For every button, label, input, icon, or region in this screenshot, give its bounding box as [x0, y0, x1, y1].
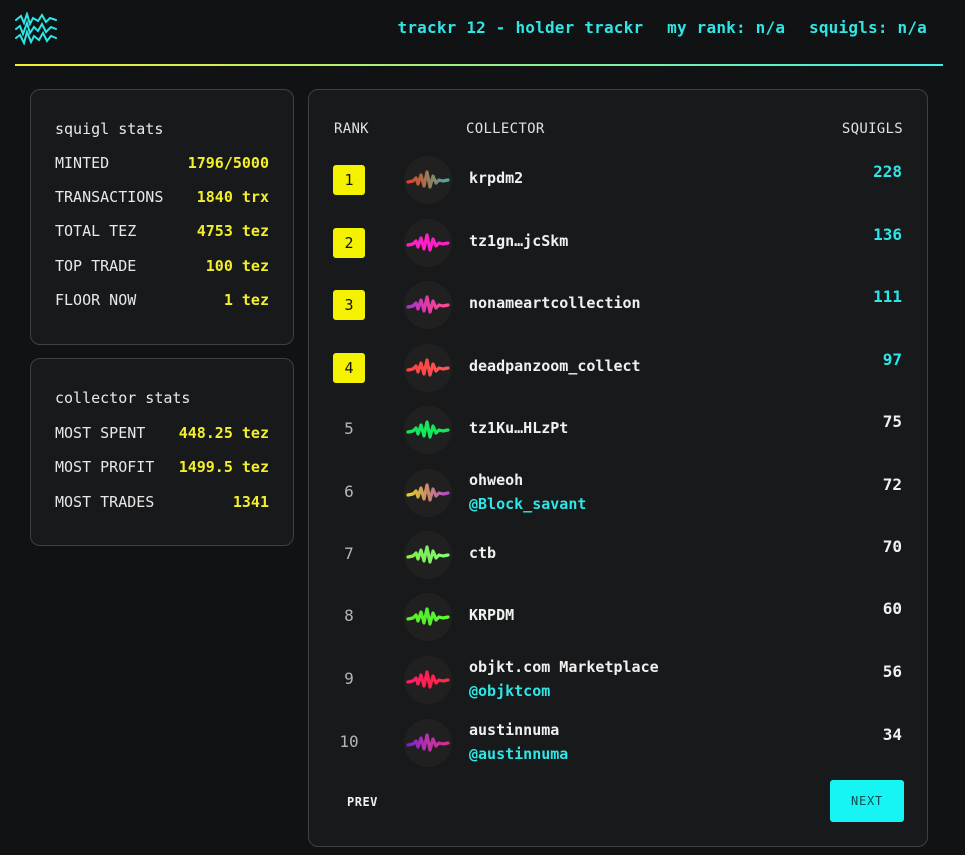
collector-name[interactable]: ohweoh: [469, 471, 523, 489]
collector-avatar[interactable]: [404, 219, 452, 267]
collector-avatar[interactable]: [404, 593, 452, 641]
card-title: collector stats: [55, 389, 191, 407]
stat-value: 1840 trx: [196, 188, 269, 206]
leaderboard-row[interactable]: 9 objkt.com Marketplace @objktcom 56: [309, 650, 926, 710]
rank-badge: 5: [344, 419, 354, 438]
leaderboard-row[interactable]: 8 KRPDM 60: [309, 587, 926, 647]
collector-handle-link[interactable]: @austinnuma: [469, 745, 568, 763]
stat-row-most-trades: MOST TRADES 1341: [55, 493, 269, 515]
collector-avatar[interactable]: [404, 531, 452, 579]
next-button[interactable]: NEXT: [830, 780, 904, 822]
collector-handle-link[interactable]: @Block_savant: [469, 495, 586, 513]
stat-value: 1341: [232, 493, 269, 511]
stat-label: MOST PROFIT: [55, 458, 155, 476]
column-header-rank: RANK: [334, 121, 369, 137]
stat-value: 1499.5 tez: [178, 458, 269, 476]
stat-value: 448.25 tez: [178, 424, 269, 442]
stat-row-minted: MINTED 1796/5000: [55, 154, 269, 176]
collector-name[interactable]: tz1gn…jcSkm: [469, 232, 568, 250]
stat-value: 100 tez: [205, 257, 269, 275]
squigl-count: 34: [882, 725, 902, 744]
collector-name[interactable]: objkt.com Marketplace: [469, 658, 659, 676]
collector-stats-card: collector stats MOST SPENT 448.25 tez MO…: [30, 358, 294, 546]
rank-badge: 3: [333, 290, 365, 320]
app-title: trackr 12 - holder trackr: [397, 18, 644, 37]
leaderboard-row[interactable]: 1 krpdm2 228: [309, 150, 926, 210]
squigl-count: 97: [882, 350, 902, 369]
stat-label: TOTAL TEZ: [55, 222, 137, 240]
squiggle-logo-icon[interactable]: [15, 10, 57, 46]
rank-badge: 4: [333, 353, 365, 383]
squigl-count: 111: [873, 287, 902, 306]
stat-value: 1 tez: [223, 291, 269, 309]
rank-badge: 8: [344, 606, 354, 625]
stat-row-most-profit: MOST PROFIT 1499.5 tez: [55, 458, 269, 480]
card-title: squigl stats: [55, 120, 164, 138]
rank-badge: 2: [333, 228, 365, 258]
stat-row-most-spent: MOST SPENT 448.25 tez: [55, 424, 269, 446]
stat-row-floor-now: FLOOR NOW 1 tez: [55, 291, 269, 313]
leaderboard-row[interactable]: 6 ohweoh @Block_savant 72: [309, 463, 926, 523]
leaderboard-row[interactable]: 4 deadpanzoom_collect 97: [309, 338, 926, 398]
squigl-count: 72: [882, 475, 902, 494]
leaderboard-row[interactable]: 7 ctb 70: [309, 525, 926, 585]
stat-label: MOST TRADES: [55, 493, 155, 511]
squigl-count: 60: [882, 599, 902, 618]
collector-name[interactable]: ctb: [469, 544, 496, 562]
leaderboard-row[interactable]: 3 nonameartcollection 111: [309, 275, 926, 335]
stat-label: MINTED: [55, 154, 110, 172]
rank-badge: 9: [344, 669, 354, 688]
header-info: trackr 12 - holder trackr my rank: n/a s…: [397, 18, 927, 37]
my-squigls: squigls: n/a: [809, 18, 927, 37]
leaderboard-row[interactable]: 10 austinnuma @austinnuma 34: [309, 713, 926, 773]
column-header-squigls: SQUIGLS: [841, 121, 903, 137]
stat-label: TRANSACTIONS: [55, 188, 164, 206]
collector-avatar[interactable]: [404, 656, 452, 704]
stat-label: TOP TRADE: [55, 257, 137, 275]
stat-row-total-tez: TOTAL TEZ 4753 tez: [55, 222, 269, 244]
header: trackr 12 - holder trackr my rank: n/a s…: [15, 0, 943, 66]
my-rank: my rank: n/a: [667, 18, 786, 37]
collector-avatar[interactable]: [404, 281, 452, 329]
squigl-count: 70: [882, 537, 902, 556]
collector-name[interactable]: nonameartcollection: [469, 294, 641, 312]
stat-value: 4753 tez: [196, 222, 269, 240]
stat-value: 1796/5000: [187, 154, 269, 172]
column-header-collector: COLLECTOR: [466, 121, 545, 137]
collector-avatar[interactable]: [404, 156, 452, 204]
stat-label: MOST SPENT: [55, 424, 146, 442]
collector-avatar[interactable]: [404, 406, 452, 454]
leaderboard-card: RANK COLLECTOR SQUIGLS 1 krpdm2 228 2 tz1gn……: [308, 89, 928, 847]
stat-row-top-trade: TOP TRADE 100 tez: [55, 257, 269, 279]
stat-row-transactions: TRANSACTIONS 1840 trx: [55, 188, 269, 210]
collector-name[interactable]: KRPDM: [469, 606, 514, 624]
squigl-count: 228: [873, 162, 902, 181]
prev-button[interactable]: PREV: [347, 790, 397, 814]
collector-name[interactable]: deadpanzoom_collect: [469, 357, 641, 375]
squigl-count: 136: [873, 225, 902, 244]
leaderboard-row[interactable]: 5 tz1Ku…HLzPt 75: [309, 400, 926, 460]
collector-name[interactable]: austinnuma: [469, 721, 559, 739]
collector-avatar[interactable]: [404, 469, 452, 517]
collector-handle-link[interactable]: @objktcom: [469, 682, 550, 700]
collector-avatar[interactable]: [404, 719, 452, 767]
collector-avatar[interactable]: [404, 344, 452, 392]
squigl-count: 75: [882, 412, 902, 431]
squigl-count: 56: [882, 662, 902, 681]
collector-name[interactable]: tz1Ku…HLzPt: [469, 419, 568, 437]
collector-name[interactable]: krpdm2: [469, 169, 523, 187]
rank-badge: 6: [344, 482, 354, 501]
stat-label: FLOOR NOW: [55, 291, 137, 309]
rank-badge: 7: [344, 544, 354, 563]
squigl-stats-card: squigl stats MINTED 1796/5000 TRANSACTIO…: [30, 89, 294, 345]
rank-badge: 10: [339, 732, 359, 751]
leaderboard-row[interactable]: 2 tz1gn…jcSkm 136: [309, 213, 926, 273]
rank-badge: 1: [333, 165, 365, 195]
